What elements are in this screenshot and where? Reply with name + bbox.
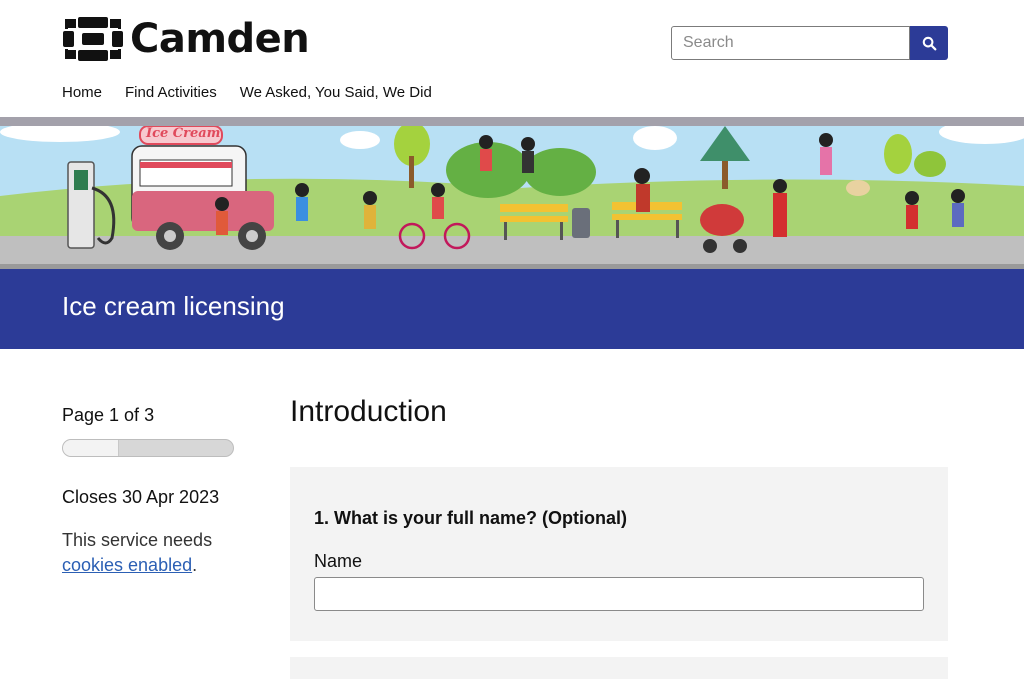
question-title: 1. What is your full name? (Optional) [314,508,628,528]
site-header: Camden Home Find Activities We Asked, Yo… [0,0,1024,118]
cookies-period: . [192,555,198,575]
closing-date: Closes 30 Apr 2023 [62,487,220,507]
page-title-bar: Ice cream licensing [0,269,1024,349]
nav-item-home[interactable]: Home [62,84,102,101]
main-nav: Home Find Activities We Asked, You Said,… [62,84,432,101]
sidebar: Page 1 of 3 Closes 30 Apr 2023 This serv… [62,405,242,578]
search-form [671,26,948,60]
camden-logo[interactable]: Camden [62,16,310,62]
page-count: Page 1 of 3 [62,405,155,425]
cookies-notice: This service needs cookies enabled. [62,528,242,578]
banner-illustration: Ice Cream [0,126,1024,269]
name-label: Name [314,551,363,571]
header-stripe [0,117,1024,126]
nav-item-we-asked[interactable]: We Asked, You Said, We Did [240,84,432,101]
nav-item-find-activities[interactable]: Find Activities [125,84,217,101]
search-icon [922,36,936,50]
progress-fill [63,440,120,456]
question-card: 1. What is your full name? (Optional) Na… [290,467,948,641]
cookies-text: This service needs [62,530,213,550]
camden-logo-icon [63,17,123,61]
section-heading: Introduction [290,395,447,428]
search-button[interactable] [910,26,948,60]
cookies-link[interactable]: cookies enabled [62,555,192,575]
page-title: Ice cream licensing [62,291,285,321]
search-input[interactable] [671,26,910,60]
next-question-card [290,657,948,679]
name-input[interactable] [314,577,924,611]
van-sign: Ice Cream [146,126,221,141]
progress-bar [62,439,234,457]
brand-name: Camden [130,16,310,62]
